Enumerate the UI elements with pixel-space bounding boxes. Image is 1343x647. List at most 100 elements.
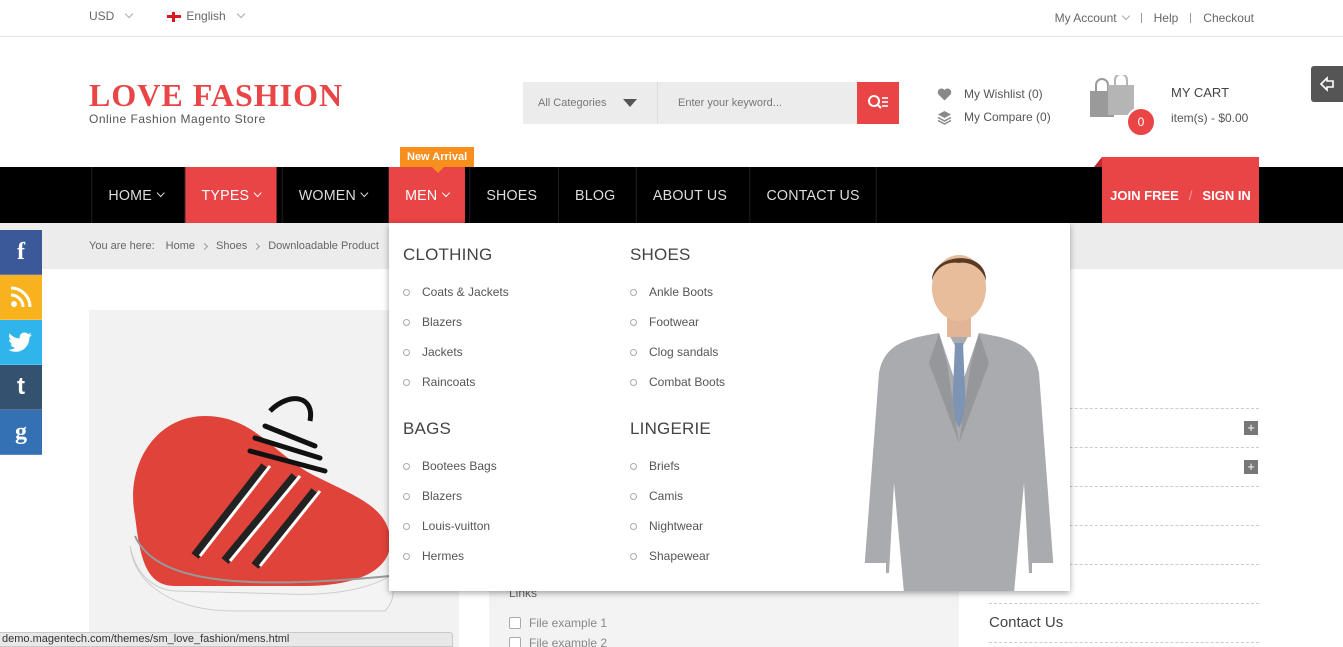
men-mega-menu: CLOTHING Coats & Jackets Blazers Jackets…	[389, 223, 1070, 591]
menu-item-label: Bootees Bags	[422, 459, 497, 473]
divider	[1140, 13, 1142, 23]
menu-item-label: Louis-vuitton	[422, 519, 491, 533]
nav-label: SHOES	[486, 186, 538, 204]
nav-item-about-us[interactable]: ABOUT US	[635, 167, 743, 223]
currency-label: USD	[89, 9, 115, 23]
twitter-button[interactable]	[0, 320, 42, 365]
contact-us-heading[interactable]: Contact Us	[989, 614, 1063, 631]
circle-bullet-icon	[630, 492, 637, 500]
browser-status-bar: demo.magentech.com/themes/sm_love_fashio…	[0, 632, 453, 647]
menu-item[interactable]: Jackets	[403, 337, 509, 367]
language-selector[interactable]: English	[166, 9, 245, 23]
heart-icon	[937, 88, 952, 101]
compare-label: My Compare (0)	[964, 110, 1051, 124]
divider: /	[1188, 187, 1193, 203]
sign-in-link[interactable]: SIGN IN	[1202, 188, 1250, 203]
tumblr-button[interactable]: t	[0, 365, 42, 410]
chevron-down-icon	[156, 188, 165, 198]
nav-item-shoes[interactable]: SHOES	[469, 167, 553, 223]
breadcrumb-home[interactable]: Home	[166, 240, 195, 252]
menu-item[interactable]: Clog sandals	[630, 337, 725, 367]
logo-subtitle: Online Fashion Magento Store	[89, 112, 266, 126]
nav-item-women[interactable]: WOMEN	[281, 167, 384, 223]
chevron-down-icon	[253, 188, 262, 198]
menu-item[interactable]: Ankle Boots	[630, 277, 725, 307]
my-account-link[interactable]: My Account	[1055, 11, 1117, 25]
nav-item-home[interactable]: HOME	[91, 167, 179, 223]
menu-item[interactable]: Coats & Jackets	[403, 277, 509, 307]
nav-item-contact-us[interactable]: CONTACT US	[749, 167, 877, 223]
menu-item[interactable]: Hermes	[403, 541, 497, 571]
checkbox[interactable]	[509, 617, 521, 629]
menu-item[interactable]: Camis	[630, 481, 711, 511]
menu-item-label: Blazers	[422, 489, 463, 503]
menu-item[interactable]: Louis-vuitton	[403, 511, 497, 541]
menu-heading-clothing[interactable]: CLOTHING	[403, 245, 509, 265]
menu-item[interactable]: Nightwear	[630, 511, 711, 541]
menu-item-label: Briefs	[649, 459, 680, 473]
plus-icon[interactable]: +	[1244, 460, 1258, 474]
breadcrumb-shoes[interactable]: Shoes	[216, 240, 247, 252]
menu-heading-bags[interactable]: BAGS	[403, 419, 497, 439]
wishlist-label: My Wishlist (0)	[964, 87, 1043, 101]
menu-item[interactable]: Blazers	[403, 481, 497, 511]
search-button[interactable]	[857, 82, 899, 124]
compare-link[interactable]: My Compare (0)	[937, 106, 1051, 129]
menu-item[interactable]: Blazers	[403, 307, 509, 337]
rss-button[interactable]	[0, 275, 42, 320]
plus-icon[interactable]: +	[1244, 421, 1258, 435]
triangle-down-icon	[623, 99, 637, 107]
cart-summary: item(s) - $0.00	[1171, 111, 1249, 125]
file-option[interactable]: File example 1	[509, 616, 607, 630]
nav-label: BLOG	[574, 186, 616, 204]
search-input[interactable]	[658, 82, 857, 124]
mini-cart[interactable]: 0 MY CART item(s) - $0.00	[1088, 75, 1258, 137]
divider	[989, 642, 1259, 643]
checkbox[interactable]	[509, 637, 521, 647]
menu-item-label: Hermes	[422, 549, 465, 563]
nav-label: CONTACT US	[766, 186, 860, 204]
help-link[interactable]: Help	[1154, 11, 1179, 25]
currency-selector[interactable]: USD	[89, 9, 134, 23]
nav-item-men[interactable]: MEN	[388, 167, 466, 223]
nav-item-blog[interactable]: BLOG	[557, 167, 632, 223]
menu-item[interactable]: Shapewear	[630, 541, 711, 571]
menu-column-clothing: CLOTHING Coats & Jackets Blazers Jackets…	[403, 245, 509, 397]
menu-item-label: Raincoats	[422, 375, 476, 389]
category-select[interactable]: All Categories	[523, 82, 658, 124]
divider	[1190, 13, 1192, 23]
account-actions: JOIN FREE / SIGN IN	[1094, 157, 1259, 223]
chevron-right-icon	[253, 242, 261, 250]
menu-heading-shoes[interactable]: SHOES	[630, 245, 725, 265]
circle-bullet-icon	[630, 288, 637, 296]
facebook-button[interactable]: f	[0, 230, 42, 275]
google-button[interactable]: g	[0, 410, 42, 455]
checkout-link[interactable]: Checkout	[1203, 11, 1254, 25]
menu-item-label: Camis	[649, 489, 684, 503]
england-flag-icon	[166, 11, 182, 22]
nav-item-types[interactable]: TYPES	[184, 167, 277, 223]
menu-item[interactable]: Raincoats	[403, 367, 509, 397]
circle-bullet-icon	[403, 318, 410, 326]
cart-count-badge: 0	[1126, 107, 1156, 137]
menu-item[interactable]: Footwear	[630, 307, 725, 337]
menu-item[interactable]: Briefs	[630, 451, 711, 481]
menu-item[interactable]: Bootees Bags	[403, 451, 497, 481]
menu-heading-lingerie[interactable]: LINGERIE	[630, 419, 711, 439]
menu-column-bags: BAGS Bootees Bags Blazers Louis-vuitton …	[403, 419, 497, 571]
nav-label: WOMEN	[298, 186, 356, 204]
category-label: All Categories	[538, 97, 607, 109]
new-arrival-badge: New Arrival	[400, 147, 475, 173]
join-free-link[interactable]: JOIN FREE	[1110, 188, 1179, 203]
chevron-right-icon	[200, 242, 209, 250]
share-toggle-button[interactable]	[1311, 66, 1343, 102]
google-icon: g	[15, 418, 27, 445]
menu-item[interactable]: Combat Boots	[630, 367, 725, 397]
menu-item-label: Jackets	[422, 345, 463, 359]
wishlist-link[interactable]: My Wishlist (0)	[937, 83, 1051, 106]
logo-title[interactable]: LOVE FASHION	[89, 77, 343, 114]
menu-item-label: Nightwear	[649, 519, 704, 533]
nav-label: HOME	[108, 186, 152, 204]
file-option[interactable]: File example 2	[509, 636, 607, 647]
circle-bullet-icon	[630, 348, 637, 356]
